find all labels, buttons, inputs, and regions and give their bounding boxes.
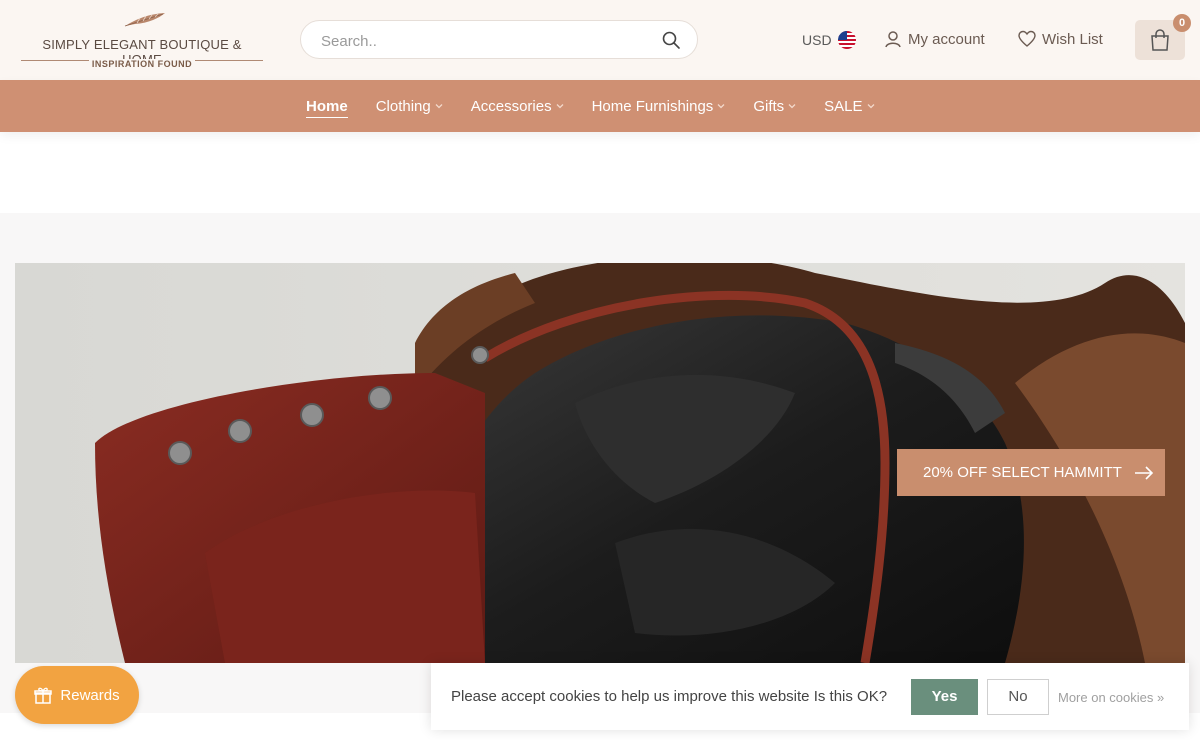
cookie-yes-button[interactable]: Yes	[911, 679, 978, 715]
feather-icon	[124, 13, 165, 27]
nav-item-home[interactable]: Home	[306, 80, 348, 132]
arrow-right-icon	[1134, 465, 1154, 480]
store-logo[interactable]: SIMPLY ELEGANT BOUTIQUE & HOME INSPIRATI…	[21, 8, 263, 72]
my-account-link[interactable]: My account	[884, 30, 985, 48]
search-input[interactable]	[319, 30, 643, 52]
logo-tagline: INSPIRATION FOUND	[89, 59, 195, 69]
cookie-no-button[interactable]: No	[987, 679, 1049, 715]
rewards-button[interactable]: Rewards	[15, 666, 139, 724]
nav-item-label: Accessories	[470, 97, 552, 115]
cookie-message: Please accept cookies to help us improve…	[451, 688, 888, 705]
currency-selector[interactable]: USD	[802, 30, 856, 50]
nav-item-gifts[interactable]: Gifts	[753, 80, 796, 132]
heart-icon	[1018, 30, 1036, 47]
nav-item-label: Home Furnishings	[591, 97, 714, 115]
chevron-down-icon	[867, 104, 874, 109]
nav-item-label: Gifts	[753, 97, 785, 115]
chevron-down-icon	[556, 104, 564, 109]
shopping-bag-icon	[1151, 29, 1169, 51]
main-navigation: Home Clothing Accessories Home Furnishin…	[0, 80, 1200, 132]
nav-item-sale[interactable]: SALE	[824, 80, 874, 132]
cookie-consent-bar: Please accept cookies to help us improve…	[431, 663, 1189, 730]
promo-label: 20% OFF SELECT HAMMITT	[923, 464, 1122, 481]
search-box	[300, 20, 698, 59]
nav-item-label: Clothing	[375, 97, 431, 115]
top-header: SIMPLY ELEGANT BOUTIQUE & HOME INSPIRATI…	[0, 0, 1200, 80]
wish-list-link[interactable]: Wish List	[1018, 30, 1103, 48]
rewards-label: Rewards	[60, 686, 120, 704]
currency-label: USD	[802, 32, 832, 48]
chevron-down-icon	[788, 104, 796, 109]
chevron-down-icon	[717, 104, 725, 109]
nav-item-clothing[interactable]: Clothing	[376, 80, 443, 132]
active-underline	[306, 117, 348, 118]
chevron-down-icon	[435, 104, 443, 109]
nav-item-label: SALE	[824, 97, 863, 115]
nav-item-accessories[interactable]: Accessories	[471, 80, 564, 132]
my-account-label: My account	[908, 30, 985, 48]
gift-icon	[34, 687, 53, 704]
cart-count-badge: 0	[1173, 14, 1191, 32]
user-icon	[885, 31, 901, 48]
promo-button[interactable]: 20% OFF SELECT HAMMITT	[897, 449, 1165, 496]
search-icon[interactable]	[661, 30, 681, 50]
us-flag-icon	[837, 31, 856, 49]
nav-item-home-furnishings[interactable]: Home Furnishings	[592, 80, 726, 132]
wish-list-label: Wish List	[1042, 30, 1103, 48]
more-on-cookies-link[interactable]: More on cookies »	[1058, 690, 1164, 705]
nav-item-label: Home	[306, 97, 348, 115]
